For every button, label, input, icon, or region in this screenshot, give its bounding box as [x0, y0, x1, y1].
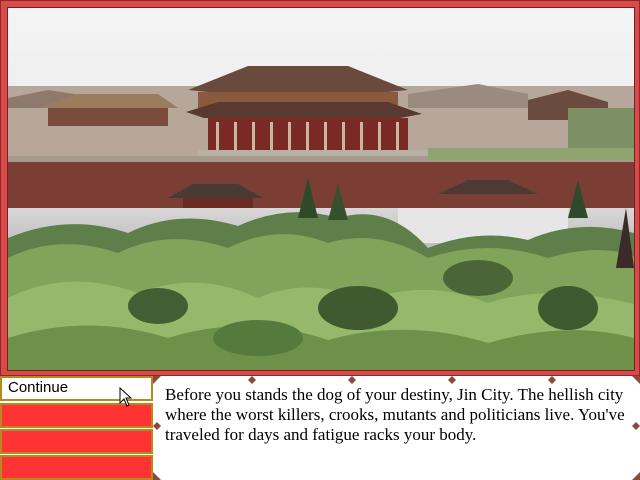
corner-ornament-icon [632, 376, 640, 384]
forbidden-city-illustration [8, 8, 634, 370]
border-ornament-icon [153, 422, 161, 430]
corner-ornament-icon [153, 472, 161, 480]
border-ornament-icon [248, 376, 256, 384]
border-ornament-icon [632, 422, 640, 430]
game-screen: Continue Before you stands the dog of yo… [0, 0, 640, 480]
mouse-pointer-icon [119, 387, 133, 407]
scene-image [7, 7, 635, 371]
scene-frame [0, 0, 640, 376]
narration-text: Before you stands the dog of your destin… [165, 385, 625, 444]
corner-ornament-icon [632, 472, 640, 480]
menu-item-empty-3[interactable] [0, 455, 153, 480]
menu-item-empty-2[interactable] [0, 429, 153, 454]
border-ornament-icon [348, 376, 356, 384]
message-panel: Before you stands the dog of your destin… [153, 376, 640, 480]
border-ornament-icon [448, 376, 456, 384]
corner-ornament-icon [153, 376, 161, 384]
menu-item-label: Continue [8, 379, 69, 396]
border-ornament-icon [548, 376, 556, 384]
